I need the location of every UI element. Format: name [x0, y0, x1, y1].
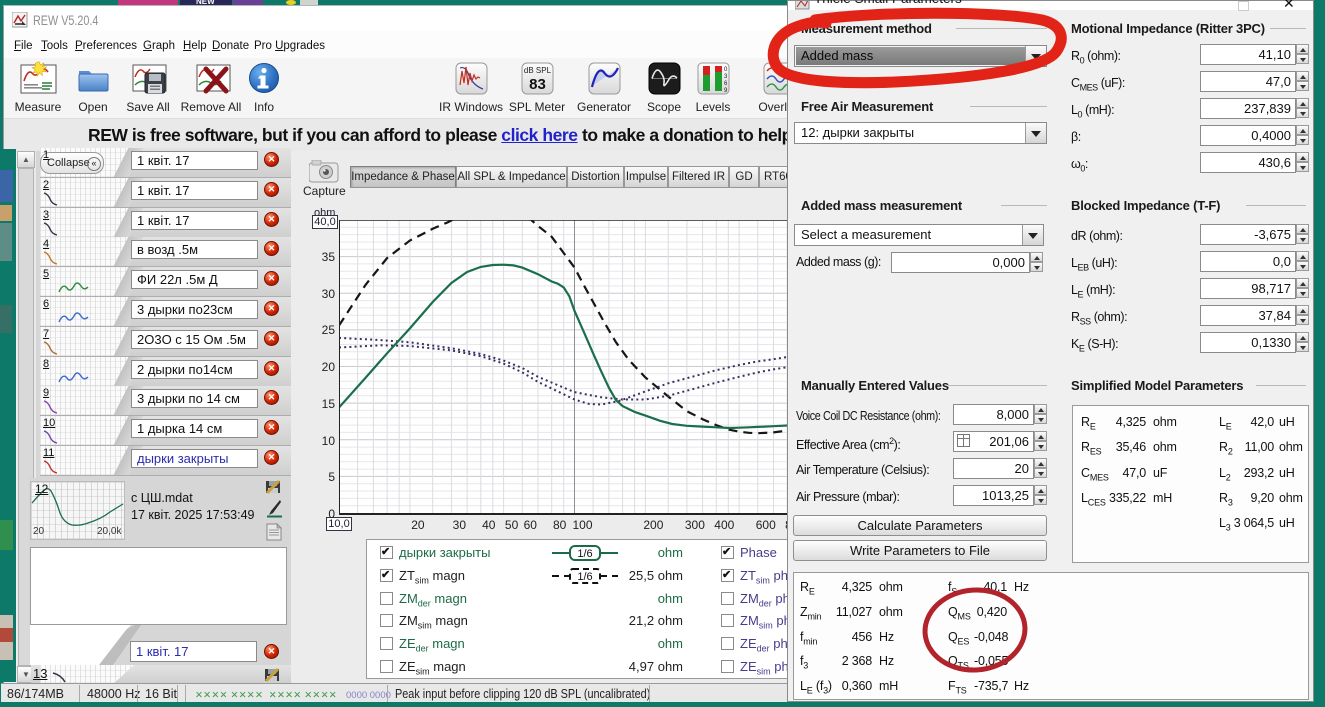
svg-text:83: 83	[529, 76, 546, 93]
svg-text:1/6: 1/6	[577, 548, 592, 560]
svg-text:1/6: 1/6	[577, 571, 592, 583]
svg-text:dB SPL: dB SPL	[524, 66, 552, 75]
